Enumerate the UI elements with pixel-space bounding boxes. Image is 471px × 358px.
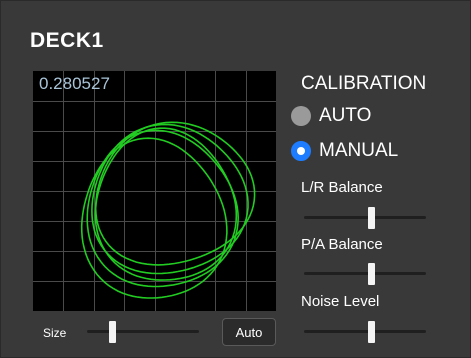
noise-level-thumb[interactable] <box>368 321 376 343</box>
radio-manual[interactable]: MANUAL <box>291 140 398 162</box>
size-label: Size <box>43 326 67 340</box>
scope-display: 0.280527 <box>33 71 276 311</box>
size-slider-thumb[interactable] <box>108 321 116 343</box>
noise-level-slider[interactable] <box>304 321 426 343</box>
auto-button[interactable]: Auto <box>222 318 276 346</box>
noise-level-track <box>304 330 426 333</box>
lr-balance-thumb[interactable] <box>368 207 376 229</box>
radio-auto[interactable]: AUTO <box>291 105 371 127</box>
size-slider-track <box>87 330 199 333</box>
deck-panel: DECK1 0.280527 Size Auto CALIBRATION AUT… <box>0 0 471 358</box>
pa-balance-track <box>304 272 426 275</box>
size-slider[interactable] <box>87 321 199 343</box>
pa-balance-thumb[interactable] <box>368 263 376 285</box>
radio-auto-indicator[interactable] <box>291 106 311 126</box>
noise-level-label: Noise Level <box>301 293 380 310</box>
radio-manual-label: MANUAL <box>319 140 399 161</box>
deck-title: DECK1 <box>30 29 104 52</box>
lr-balance-slider[interactable] <box>304 207 426 229</box>
lr-balance-label: L/R Balance <box>301 179 383 196</box>
scope-graph <box>33 71 276 311</box>
pa-balance-slider[interactable] <box>304 263 426 285</box>
scope-value: 0.280527 <box>39 74 110 93</box>
radio-manual-indicator[interactable] <box>291 141 311 161</box>
calibration-title: CALIBRATION <box>301 73 427 94</box>
lr-balance-track <box>304 216 426 219</box>
radio-auto-label: AUTO <box>319 105 372 126</box>
pa-balance-label: P/A Balance <box>301 236 383 253</box>
